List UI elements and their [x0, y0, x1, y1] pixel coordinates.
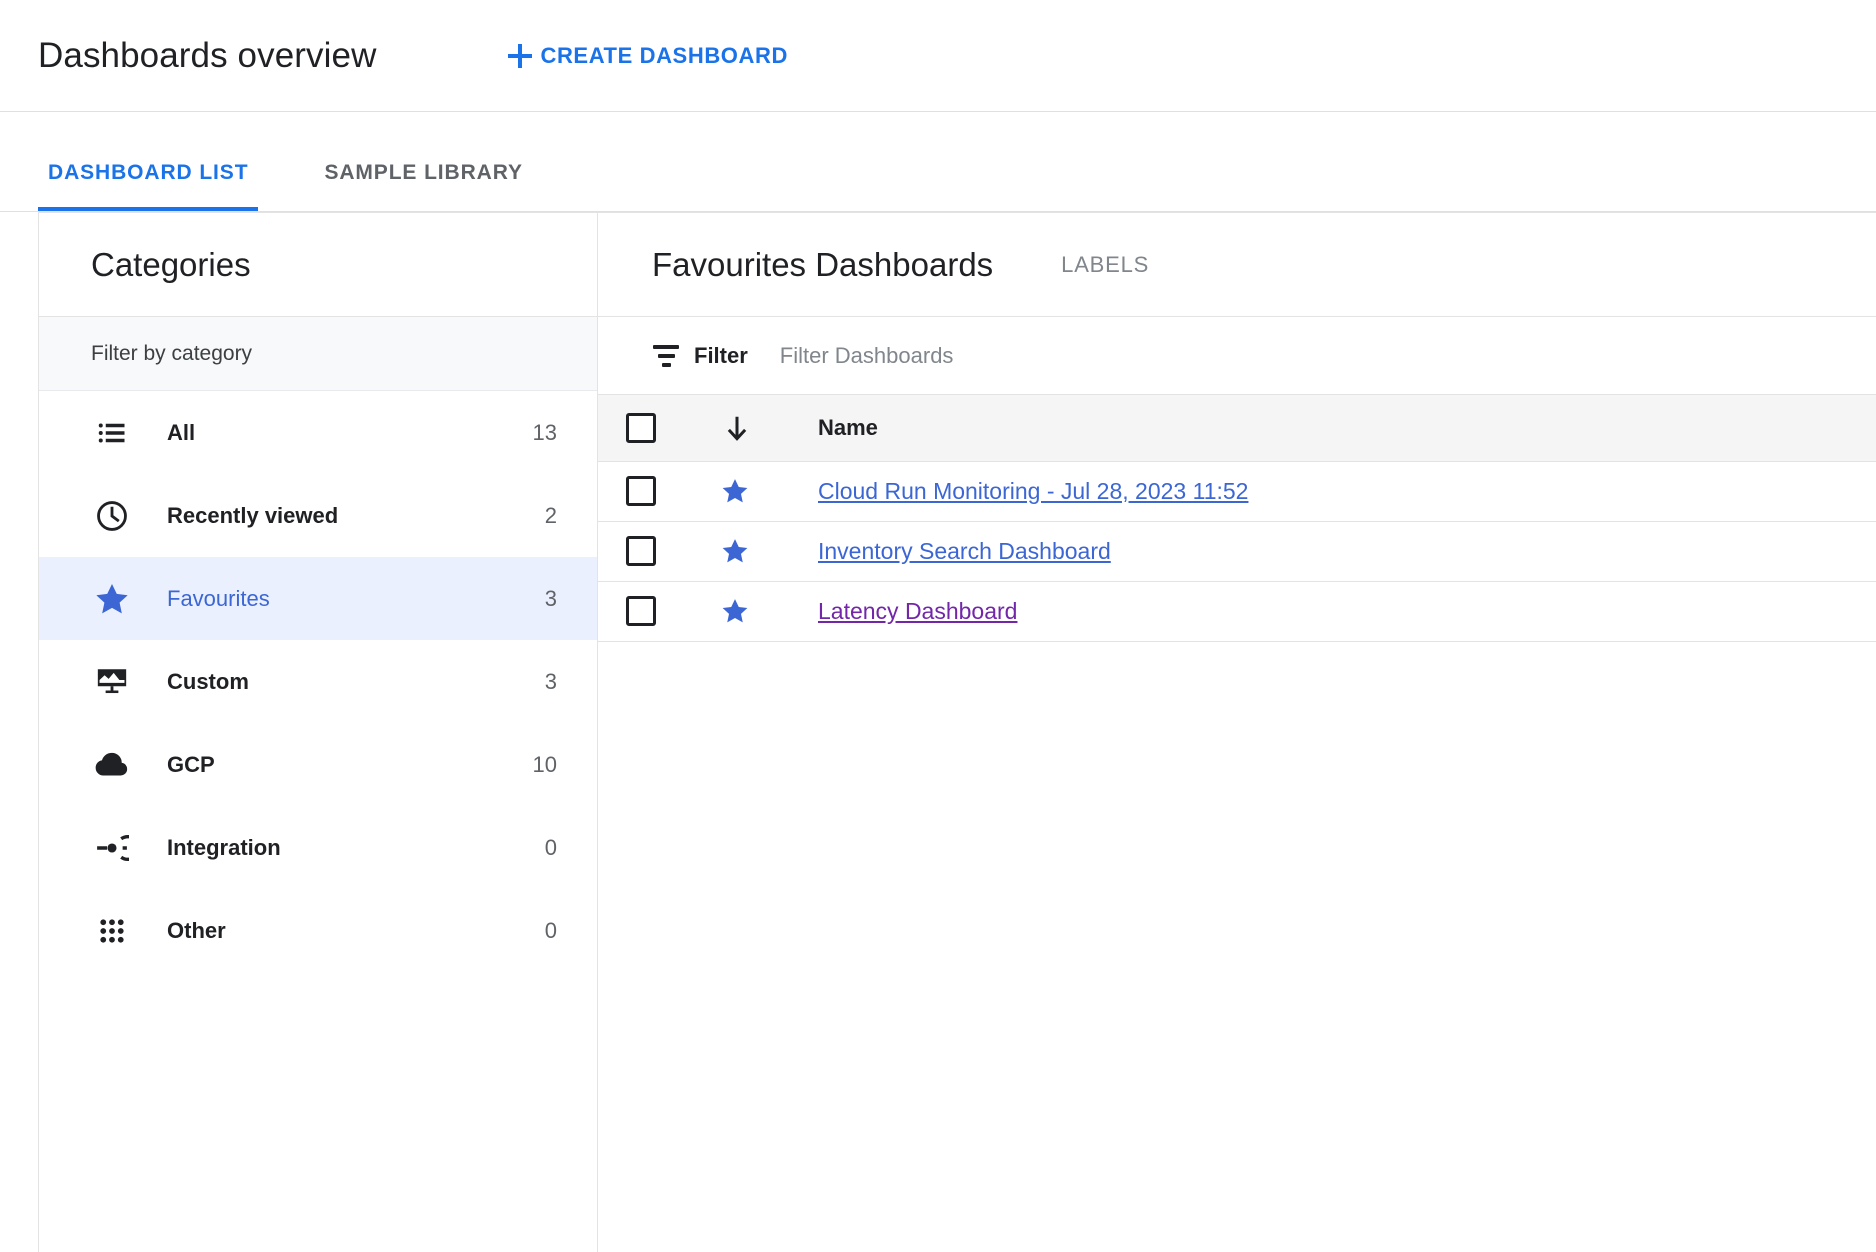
tab-sample-library[interactable]: SAMPLE LIBRARY — [314, 161, 533, 211]
dashboards-table: Name — [598, 395, 1876, 642]
sidebar-item-count: 2 — [545, 503, 557, 529]
dashboard-link[interactable]: Latency Dashboard — [808, 598, 1017, 625]
filter-bar: Filter — [598, 317, 1876, 395]
sidebar-item-favourites[interactable]: Favourites 3 — [39, 557, 597, 640]
sidebar-item-label: GCP — [167, 752, 533, 778]
row-select-cell — [598, 521, 708, 581]
table-row[interactable]: Cloud Run Monitoring - Jul 28, 2023 11:5… — [598, 461, 1876, 521]
sort-descending-arrow-icon[interactable] — [722, 413, 752, 443]
select-all-header — [598, 395, 708, 461]
filter-icon[interactable] — [652, 342, 680, 370]
sidebar-item-all[interactable]: All 13 — [39, 391, 597, 474]
sidebar-item-label: Favourites — [167, 586, 545, 612]
sidebar-item-other[interactable]: Other 0 — [39, 889, 597, 972]
row-checkbox[interactable] — [626, 476, 656, 506]
tab-dashboard-list[interactable]: DASHBOARD LIST — [38, 161, 258, 211]
categories-title: Categories — [91, 246, 251, 284]
create-dashboard-button[interactable]: CREATE DASHBOARD — [502, 35, 794, 77]
sidebar-item-count: 13 — [533, 420, 557, 446]
star-icon[interactable] — [720, 596, 750, 626]
row-checkbox[interactable] — [626, 536, 656, 566]
star-icon[interactable] — [720, 536, 750, 566]
apps-grid-icon — [91, 910, 133, 952]
sidebar-item-label: Integration — [167, 835, 545, 861]
sidebar-item-count: 0 — [545, 835, 557, 861]
table-header-row: Name — [598, 395, 1876, 461]
row-name-cell: Inventory Search Dashboard — [808, 521, 1876, 581]
sidebar-item-count: 3 — [545, 669, 557, 695]
content-area: Categories Filter by category All 13 Rec… — [0, 212, 1876, 1252]
cloud-icon — [91, 744, 133, 786]
sort-header — [708, 395, 808, 461]
categories-sidebar: Categories Filter by category All 13 Rec… — [38, 212, 598, 1252]
tab-bar: DASHBOARD LIST SAMPLE LIBRARY — [0, 112, 1876, 212]
sidebar-item-gcp[interactable]: GCP 10 — [39, 723, 597, 806]
sidebar-item-label: Custom — [167, 669, 545, 695]
row-star-cell — [708, 521, 808, 581]
row-star-cell — [708, 581, 808, 641]
monitor-chart-icon — [91, 661, 133, 703]
row-name-cell: Cloud Run Monitoring - Jul 28, 2023 11:5… — [808, 461, 1876, 521]
sidebar-item-label: Other — [167, 918, 545, 944]
sidebar-item-count: 10 — [533, 752, 557, 778]
sidebar-item-recently-viewed[interactable]: Recently viewed 2 — [39, 474, 597, 557]
dashboard-link[interactable]: Inventory Search Dashboard — [808, 538, 1111, 565]
sidebar-item-count: 0 — [545, 918, 557, 944]
table-row[interactable]: Latency Dashboard — [598, 581, 1876, 641]
categories-header: Categories — [39, 213, 597, 317]
sidebar-item-integration[interactable]: Integration 0 — [39, 806, 597, 889]
page-title: Dashboards overview — [38, 36, 376, 76]
row-select-cell — [598, 461, 708, 521]
filter-label: Filter — [694, 343, 748, 369]
sidebar-item-label: Recently viewed — [167, 503, 545, 529]
row-star-cell — [708, 461, 808, 521]
page-header: Dashboards overview CREATE DASHBOARD — [0, 0, 1876, 112]
dashboards-panel: Favourites Dashboards LABELS Filter — [598, 212, 1876, 1252]
row-name-cell: Latency Dashboard — [808, 581, 1876, 641]
plus-icon — [508, 44, 532, 68]
table-row[interactable]: Inventory Search Dashboard — [598, 521, 1876, 581]
name-column-header[interactable]: Name — [808, 395, 1876, 461]
clock-icon — [91, 495, 133, 537]
row-checkbox[interactable] — [626, 596, 656, 626]
list-icon — [91, 412, 133, 454]
dashboards-panel-title: Favourites Dashboards — [652, 246, 993, 284]
filter-dashboards-input[interactable] — [778, 342, 1198, 370]
row-select-cell — [598, 581, 708, 641]
sidebar-item-label: All — [167, 420, 533, 446]
select-all-checkbox[interactable] — [626, 413, 656, 443]
sidebar-item-custom[interactable]: Custom 3 — [39, 640, 597, 723]
star-icon — [91, 578, 133, 620]
create-dashboard-label: CREATE DASHBOARD — [540, 43, 788, 69]
integration-icon — [91, 827, 133, 869]
dashboards-panel-header: Favourites Dashboards LABELS — [598, 213, 1876, 317]
filter-by-category-label: Filter by category — [39, 317, 597, 391]
star-icon[interactable] — [720, 476, 750, 506]
dashboard-link[interactable]: Cloud Run Monitoring - Jul 28, 2023 11:5… — [808, 478, 1248, 505]
labels-button[interactable]: LABELS — [1057, 244, 1153, 286]
sidebar-item-count: 3 — [545, 586, 557, 612]
name-column-label: Name — [808, 415, 878, 440]
